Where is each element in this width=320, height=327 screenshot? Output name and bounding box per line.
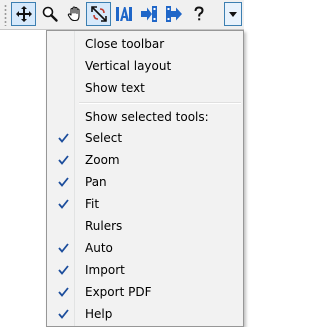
check-icon [49, 281, 77, 302]
export-tool-button[interactable] [161, 2, 186, 26]
menu-item-import[interactable]: Import [49, 259, 243, 280]
section-header-label: Show selected tools: [85, 109, 209, 124]
toolbar [0, 0, 244, 30]
menu-item-label: Auto [85, 240, 113, 255]
import-tool-button[interactable] [136, 2, 161, 26]
help-tool-button[interactable] [186, 2, 211, 26]
export-arrow-icon [165, 6, 182, 22]
check-icon [49, 127, 77, 148]
fit-tool-button[interactable] [86, 2, 111, 26]
check-icon [49, 259, 77, 280]
question-mark-icon [194, 6, 204, 21]
pan-tool-button[interactable] [62, 2, 87, 26]
chevron-down-icon [229, 11, 237, 17]
menu-item-label: Export PDF [85, 284, 152, 299]
menu-item-export-pdf[interactable]: Export PDF [49, 281, 243, 302]
menu-item-label: Import [85, 262, 125, 277]
menu-item-label: Close toolbar [85, 36, 165, 51]
menu-item-fit[interactable]: Fit [49, 193, 243, 214]
toolbar-options-dropdown-button[interactable] [224, 2, 242, 26]
select-tool-button[interactable] [11, 2, 36, 26]
magnifier-icon [42, 6, 58, 22]
menu-item-label: Zoom [85, 152, 120, 167]
hand-icon [67, 6, 80, 22]
fit-icon [90, 6, 107, 22]
menu-separator [79, 102, 241, 104]
menu-item-show-text[interactable]: Show text [49, 77, 243, 98]
menu-item-label: Show text [85, 80, 145, 95]
check-icon [49, 149, 77, 170]
menu-item-label: Vertical layout [85, 58, 172, 73]
menu-section-header: Show selected tools: [49, 106, 243, 127]
menu-item-label: Select [85, 130, 123, 145]
check-icon [49, 171, 77, 192]
menu-item-label: Fit [85, 196, 100, 211]
check-icon [49, 303, 77, 324]
menu-item-help[interactable]: Help [49, 303, 243, 324]
menu-item-vertical-layout[interactable]: Vertical layout [49, 55, 243, 76]
menu-item-pan[interactable]: Pan [49, 171, 243, 192]
menu-item-label: Rulers [85, 218, 123, 233]
menu-item-label: Help [85, 306, 113, 321]
move-cross-icon [15, 6, 32, 22]
toolbar-options-menu: Close toolbar Vertical layout Show text … [46, 30, 244, 327]
import-arrow-icon [140, 6, 157, 22]
toolbar-grip[interactable] [4, 4, 7, 26]
menu-item-zoom[interactable]: Zoom [49, 149, 243, 170]
menu-item-close-toolbar[interactable]: Close toolbar [49, 33, 243, 54]
menu-item-rulers[interactable]: Rulers [49, 215, 243, 236]
check-icon [49, 237, 77, 258]
menu-item-select[interactable]: Select [49, 127, 243, 148]
menu-item-label: Pan [85, 174, 107, 189]
menu-item-auto[interactable]: Auto [49, 237, 243, 258]
auto-a-icon [115, 7, 132, 21]
zoom-tool-button[interactable] [37, 2, 62, 26]
check-icon [49, 193, 77, 214]
auto-tool-button[interactable] [111, 2, 136, 26]
